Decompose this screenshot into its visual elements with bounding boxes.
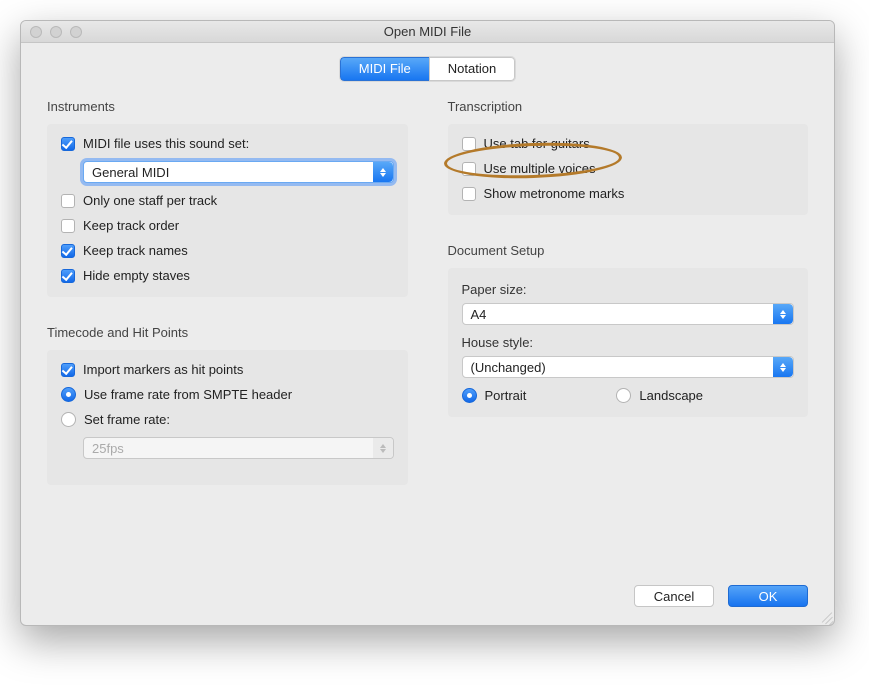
select-value: 25fps [92, 441, 124, 456]
radio-landscape[interactable]: Landscape [616, 388, 703, 403]
select-paper-size[interactable]: A4 [462, 303, 795, 325]
close-window-button[interactable] [30, 26, 42, 38]
select-sound-set[interactable]: General MIDI [83, 161, 394, 183]
radio-icon [61, 387, 76, 402]
radio-icon [61, 412, 76, 427]
radio-label: Portrait [485, 388, 527, 403]
dialog-content: MIDI File Notation Instruments MIDI file… [21, 43, 834, 625]
label-house-style: House style: [462, 335, 795, 350]
tab-notation[interactable]: Notation [429, 57, 515, 81]
tab-midi-file[interactable]: MIDI File [340, 57, 429, 81]
radio-portrait[interactable]: Portrait [462, 388, 527, 403]
checkbox-show-metronome-marks[interactable]: Show metronome marks [462, 186, 795, 201]
resize-handle[interactable] [818, 609, 832, 623]
checkbox-keep-track-names[interactable]: Keep track names [61, 243, 394, 258]
ok-button[interactable]: OK [728, 585, 808, 607]
group-title-timecode: Timecode and Hit Points [47, 325, 408, 340]
dialog-buttons: Cancel OK [41, 573, 814, 609]
label-paper-size: Paper size: [462, 282, 795, 297]
radio-icon [462, 388, 477, 403]
check-icon [61, 244, 75, 258]
check-icon [61, 269, 75, 283]
checkbox-label: Use tab for guitars [484, 136, 590, 151]
group-title-instruments: Instruments [47, 99, 408, 114]
checkbox-use-tab-guitars[interactable]: Use tab for guitars [462, 136, 795, 151]
checkbox-label: Only one staff per track [83, 193, 217, 208]
updown-icon [773, 357, 793, 377]
check-icon [462, 137, 476, 151]
check-icon [462, 187, 476, 201]
checkbox-keep-track-order[interactable]: Keep track order [61, 218, 394, 233]
radio-label: Landscape [639, 388, 703, 403]
group-document-setup: Document Setup Paper size: A4 House styl… [442, 243, 815, 429]
select-value: General MIDI [92, 165, 169, 180]
group-title-transcription: Transcription [448, 99, 809, 114]
titlebar: Open MIDI File [21, 21, 834, 43]
check-icon [61, 137, 75, 151]
checkbox-label: MIDI file uses this sound set: [83, 136, 249, 151]
checkbox-only-one-staff[interactable]: Only one staff per track [61, 193, 394, 208]
select-value: (Unchanged) [471, 360, 546, 375]
check-icon [61, 219, 75, 233]
group-timecode: Timecode and Hit Points Import markers a… [41, 325, 414, 497]
radio-icon [616, 388, 631, 403]
updown-icon [373, 438, 393, 458]
check-icon [462, 162, 476, 176]
checkbox-label: Hide empty staves [83, 268, 190, 283]
checkbox-uses-sound-set[interactable]: MIDI file uses this sound set: [61, 136, 394, 151]
zoom-window-button[interactable] [70, 26, 82, 38]
radio-label: Set frame rate: [84, 412, 170, 427]
radio-label: Use frame rate from SMPTE header [84, 387, 292, 402]
checkbox-label: Keep track order [83, 218, 179, 233]
select-frame-rate: 25fps [83, 437, 394, 459]
checkbox-label: Use multiple voices [484, 161, 596, 176]
dialog-window: Open MIDI File MIDI File Notation Instru… [20, 20, 835, 626]
checkbox-label: Show metronome marks [484, 186, 625, 201]
checkbox-use-multiple-voices[interactable]: Use multiple voices [462, 161, 795, 176]
radio-use-smpte[interactable]: Use frame rate from SMPTE header [61, 387, 394, 402]
checkbox-hide-empty-staves[interactable]: Hide empty staves [61, 268, 394, 283]
select-house-style[interactable]: (Unchanged) [462, 356, 795, 378]
checkbox-import-markers[interactable]: Import markers as hit points [61, 362, 394, 377]
radio-set-frame-rate[interactable]: Set frame rate: [61, 412, 394, 427]
group-transcription: Transcription Use tab for guitars Use mu… [442, 99, 815, 227]
checkbox-label: Keep track names [83, 243, 188, 258]
window-title: Open MIDI File [21, 24, 834, 39]
check-icon [61, 363, 75, 377]
group-instruments: Instruments MIDI file uses this sound se… [41, 99, 414, 309]
updown-icon [373, 162, 393, 182]
minimize-window-button[interactable] [50, 26, 62, 38]
cancel-button[interactable]: Cancel [634, 585, 714, 607]
tab-switcher: MIDI File Notation [41, 57, 814, 81]
checkbox-label: Import markers as hit points [83, 362, 243, 377]
check-icon [61, 194, 75, 208]
window-controls [21, 26, 82, 38]
updown-icon [773, 304, 793, 324]
group-title-document-setup: Document Setup [448, 243, 809, 258]
select-value: A4 [471, 307, 487, 322]
